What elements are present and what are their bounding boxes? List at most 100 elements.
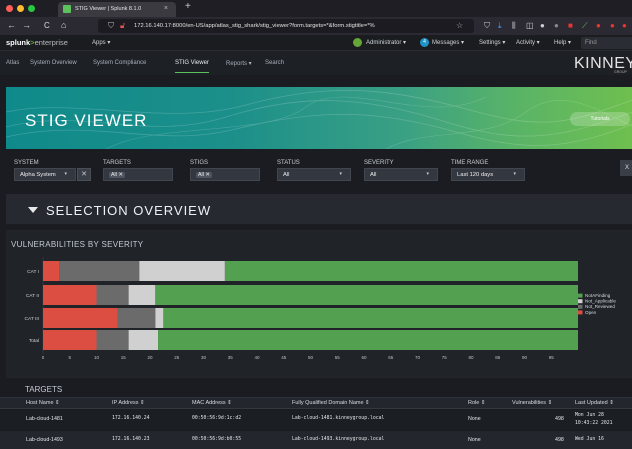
targets-title: TARGETS: [25, 385, 63, 394]
legend-label: Not_Applicable: [585, 299, 616, 304]
administrator-menu[interactable]: Administrator ▾: [366, 39, 406, 46]
new-tab-icon[interactable]: +: [185, 1, 191, 12]
bar-cat-i-not-applicable: [139, 261, 225, 281]
legend-label: Not_Reviewed: [585, 304, 615, 309]
cell-role: None: [468, 416, 481, 422]
time-range-picker[interactable]: Last 120 days ▾: [451, 168, 525, 181]
x-tick-label: 60: [361, 355, 367, 360]
targets-chip-all[interactable]: All ✕: [109, 172, 125, 178]
bar-cat-iii-not-reviewed: [117, 308, 156, 328]
cell-last-updated: Mon Jun 28: [575, 413, 604, 418]
reload-icon[interactable]: C: [44, 21, 50, 30]
legend-swatch: [578, 310, 583, 315]
bar-cat-iii-notafinding: [163, 308, 578, 328]
nav-search[interactable]: Search: [265, 60, 284, 66]
help-menu[interactable]: Help ▾: [554, 39, 571, 46]
url-text: 172.16.140.17:8000/en-US/app/atlas_stig_…: [134, 23, 375, 29]
activity-menu[interactable]: Activity ▾: [516, 39, 540, 46]
tab-title: STIG Viewer | Splunk 8.1.0: [75, 6, 142, 12]
maximize-window-icon[interactable]: [28, 5, 35, 12]
tab-close-icon[interactable]: ×: [164, 5, 168, 12]
app-nav-bar: Atlas System Overview System Compliance …: [0, 51, 632, 75]
severity-select[interactable]: All ▾: [364, 168, 438, 181]
system-select[interactable]: Alpha System ▾: [14, 168, 76, 181]
stigs-chip-all[interactable]: All ✕: [196, 172, 212, 178]
col-mac-address[interactable]: MAC Address ⇕: [192, 400, 232, 406]
cell-host[interactable]: Lab-cloud-1493: [26, 437, 63, 443]
col-last-updated[interactable]: Last Updated ⇕: [575, 400, 614, 406]
star-icon[interactable]: ☆: [456, 21, 463, 30]
status-filter-label: STATUS: [277, 160, 300, 166]
extension-3-icon[interactable]: ■: [568, 21, 573, 30]
x-tick-label: 90: [522, 355, 528, 360]
cell-ip: 172.16.140.23: [112, 437, 150, 442]
legend-swatch: [578, 293, 583, 298]
nav-atlas[interactable]: Atlas: [6, 60, 19, 66]
x-tick-label: 80: [468, 355, 474, 360]
system-clear-button[interactable]: ✕: [77, 168, 91, 181]
nav-stig-viewer[interactable]: STIG Viewer: [175, 60, 209, 73]
bar-cat-ii-not-applicable: [128, 285, 156, 305]
messages-menu[interactable]: Messages ▾: [432, 39, 464, 46]
back-icon[interactable]: ←: [7, 20, 16, 30]
banner-title: STIG VIEWER: [25, 111, 148, 130]
extension-7-icon[interactable]: ●: [622, 21, 627, 30]
tutorials-button[interactable]: Tutorials: [570, 112, 630, 126]
x-tick-label: 55: [335, 355, 341, 360]
home-icon[interactable]: ⌂: [61, 20, 66, 30]
pocket-icon[interactable]: ⛉: [484, 21, 490, 31]
find-input[interactable]: Find: [581, 37, 632, 49]
cell-ip: 172.16.140.24: [112, 416, 150, 421]
cell-fqdn: Lab-cloud-1481.kinneygroup.local: [292, 416, 385, 421]
forward-icon[interactable]: →: [22, 20, 31, 30]
status-select[interactable]: All ▾: [277, 168, 351, 181]
browser-tab[interactable]: STIG Viewer | Splunk 8.1.0 ×: [58, 2, 176, 17]
extension-2-icon[interactable]: ●: [554, 21, 559, 30]
x-tick-label: 75: [442, 355, 448, 360]
col-vulnerabilities[interactable]: Vulnerabilities ⇕: [512, 400, 552, 406]
extension-4-icon[interactable]: ⟋: [582, 21, 588, 31]
splunk-bar: splunk>enterprise Apps ▾ Administrator ▾…: [0, 35, 632, 51]
messages-count-badge: 4: [420, 38, 429, 47]
splunk-logo[interactable]: splunk>enterprise: [6, 38, 68, 47]
address-bar[interactable]: ⛉ 🔓︎ 172.16.140.17:8000/en-US/app/atlas_…: [98, 19, 474, 33]
user-status-icon: [353, 38, 362, 47]
targets-multiselect[interactable]: All ✕: [103, 168, 173, 181]
cell-host[interactable]: Lab-cloud-1481: [26, 416, 63, 422]
col-fqdn[interactable]: Fully Qualified Domain Name ⇕: [292, 400, 370, 406]
cell-vulnerabilities: 498: [555, 437, 564, 443]
status-select-value: All: [283, 172, 290, 178]
x-tick-label: 85: [495, 355, 501, 360]
nav-system-overview[interactable]: System Overview: [30, 60, 77, 66]
col-host-name[interactable]: Host Name ⇕: [26, 400, 60, 406]
category-label: CAT II: [26, 293, 39, 299]
col-ip-address[interactable]: IP Address ⇕: [112, 400, 145, 406]
targets-filter-label: TARGETS: [103, 160, 131, 166]
extension-1-icon[interactable]: ●: [540, 21, 545, 30]
collapse-triangle-icon[interactable]: [28, 207, 38, 213]
download-icon[interactable]: ⤓: [498, 21, 502, 31]
extension-6-icon[interactable]: ●: [610, 21, 615, 30]
nav-reports[interactable]: Reports ▾: [226, 60, 252, 67]
apps-menu[interactable]: Apps ▾: [92, 39, 110, 46]
severity-select-value: All: [370, 172, 377, 178]
x-tick-label: 65: [388, 355, 394, 360]
legend-label: NotAFinding: [585, 293, 611, 298]
cell-mac: 00:50:56:9d:b0:55: [192, 437, 242, 442]
hide-filters-button[interactable]: X: [620, 160, 632, 176]
bar-total-not-reviewed: [96, 330, 129, 350]
category-label: Total: [29, 338, 39, 344]
minimize-window-icon[interactable]: [17, 5, 24, 12]
x-tick-label: 35: [228, 355, 234, 360]
category-label: CAT I: [27, 269, 39, 275]
nav-system-compliance[interactable]: System Compliance: [93, 60, 146, 66]
library-icon[interactable]: ⫼: [512, 21, 516, 31]
extension-5-icon[interactable]: ●: [596, 21, 601, 30]
bar-cat-i-open: [43, 261, 60, 281]
sidebar-icon[interactable]: ◫: [526, 21, 534, 30]
settings-menu[interactable]: Settings ▾: [479, 39, 505, 46]
stigs-multiselect[interactable]: All ✕: [190, 168, 260, 181]
close-window-icon[interactable]: [6, 5, 13, 12]
col-role[interactable]: Role ⇕: [468, 400, 485, 406]
splunk-favicon-icon: [63, 5, 71, 13]
